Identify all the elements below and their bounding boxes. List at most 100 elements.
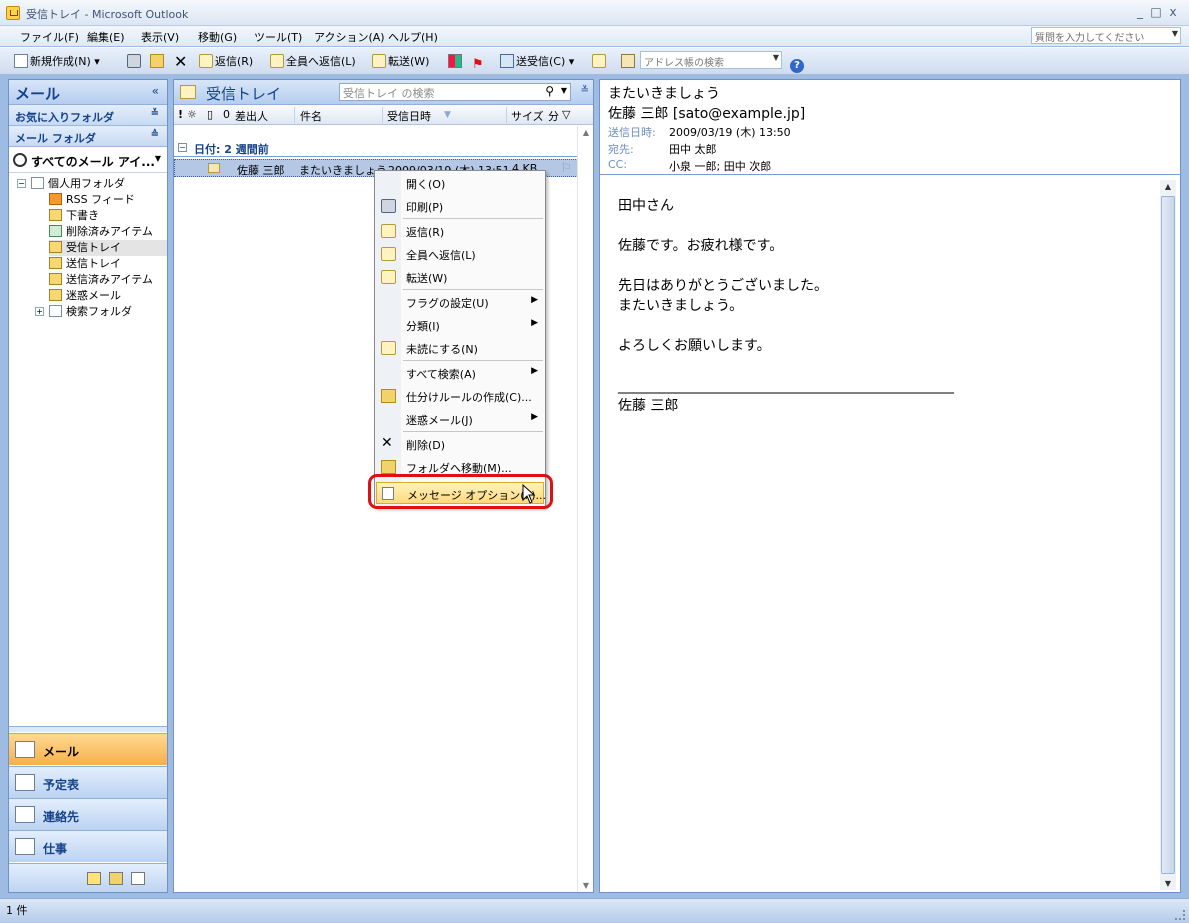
flag-column-icon[interactable]: ▽ [562, 108, 570, 121]
send-receive-button[interactable]: 送受信(C) ▾ [500, 52, 574, 72]
menu-item-create-rule[interactable]: 仕分けルールの作成(C)... [376, 385, 544, 407]
menu-actions[interactable]: アクション(A) [314, 29, 385, 45]
menu-item-follow-up[interactable]: フラグの設定(U) ▶ [376, 291, 544, 313]
column-from[interactable]: 差出人 [235, 108, 268, 124]
menu-item-mark-unread[interactable]: 未読にする(N) [376, 337, 544, 359]
expand-search-chevron-icon[interactable]: ≚ [581, 85, 589, 96]
column-size[interactable]: サイズ [511, 108, 544, 124]
print-button[interactable] [127, 52, 143, 72]
tree-item-outbox[interactable]: 送信トレイ [49, 256, 121, 272]
tree-item-rss[interactable]: RSS フィード [49, 192, 135, 208]
tree-item-search-folders[interactable]: 検索フォルダ [49, 304, 132, 320]
to-value[interactable]: 田中 太郎 [669, 141, 717, 157]
chevron-up-icon[interactable]: ≙ [151, 129, 159, 140]
menu-item-delete[interactable]: ✕ 削除(D) [376, 433, 544, 455]
all-mail-items-selector[interactable]: すべてのメール アイ... ▼ [9, 147, 167, 173]
tree-item-personal-folders[interactable]: 個人用フォルダ [31, 176, 125, 192]
scroll-down-icon[interactable]: ▼ [581, 881, 591, 890]
menu-item-junk-mail[interactable]: 迷惑メール(J) ▶ [376, 408, 544, 430]
cc-value[interactable]: 小泉 一郎; 田中 次郎 [669, 158, 771, 174]
menu-item-reply[interactable]: 返信(R) [376, 220, 544, 242]
menu-edit[interactable]: 編集(E) [87, 29, 125, 45]
search-icon[interactable]: ⚲ [545, 84, 554, 98]
new-button[interactable]: 新規作成(N) ▾ [14, 52, 100, 72]
chevron-down-icon[interactable]: ▼ [561, 86, 567, 95]
scroll-thumb[interactable] [1161, 196, 1175, 874]
minimize-button[interactable]: _ [1133, 5, 1147, 19]
help-question-input[interactable]: 質問を入力してください ▼ [1031, 27, 1181, 44]
category-column-icon[interactable]: 分 [548, 108, 559, 124]
menu-item-print[interactable]: 印刷(P) [376, 195, 544, 217]
reading-scrollbar[interactable]: ▲ ▼ [1160, 180, 1176, 890]
menu-item-reply-all[interactable]: 全員へ返信(L) [376, 243, 544, 265]
expand-icon[interactable]: + [35, 307, 44, 316]
nav-pane-splitter[interactable] [9, 726, 167, 732]
collapse-chevron-icon[interactable]: « [152, 84, 159, 98]
chevron-down-icon[interactable]: ▼ [773, 53, 779, 62]
menu-view[interactable]: 表示(V) [141, 29, 179, 45]
reading-from[interactable]: 佐藤 三郎 [sato@example.jp] [608, 103, 805, 123]
delete-button[interactable]: ✕ [174, 52, 187, 72]
inbox-folder-icon [49, 241, 62, 253]
menu-help[interactable]: ヘルプ(H) [388, 29, 438, 45]
list-scrollbar[interactable]: ▲ ▼ [577, 126, 593, 892]
nav-button-tasks[interactable]: 仕事 [9, 830, 167, 862]
column-subject[interactable]: 件名 [300, 108, 322, 124]
follow-up-flag-button[interactable]: ⚑ [472, 52, 486, 72]
help-button[interactable]: ? [790, 52, 806, 73]
find-button[interactable] [592, 52, 608, 72]
menu-item-categorize[interactable]: 分類(I) ▶ [376, 314, 544, 336]
collapse-icon[interactable]: − [17, 179, 26, 188]
shortcuts-icon[interactable] [131, 872, 145, 885]
importance-column-icon[interactable]: ! [178, 108, 183, 121]
close-button[interactable]: x [1166, 5, 1180, 19]
folder-list-icon[interactable] [109, 872, 123, 885]
nav-button-calendar[interactable]: 予定表 [9, 766, 167, 798]
chevron-down-icon[interactable]: ▼ [155, 154, 161, 163]
mail-folders-section[interactable]: メール フォルダ ≙ [9, 126, 167, 147]
menu-item-open[interactable]: 開く(O) [376, 172, 544, 194]
forward-button[interactable]: 転送(W) [372, 52, 429, 72]
attachment-column-icon[interactable]: 0 [223, 108, 230, 121]
nav-button-contacts[interactable]: 連絡先 [9, 798, 167, 830]
menu-go[interactable]: 移動(G) [198, 29, 237, 45]
favorite-folders-section[interactable]: お気に入りフォルダ ≚ [9, 105, 167, 126]
notes-icon[interactable] [87, 872, 101, 885]
inbox-search-input[interactable]: 受信トレイ の検索 ⚲ ▼ [339, 83, 571, 101]
tree-item-deleted[interactable]: 削除済みアイテム [49, 224, 153, 240]
tree-item-sent[interactable]: 送信済みアイテム [49, 272, 153, 288]
resize-grip[interactable] [1175, 910, 1185, 920]
scroll-down-icon[interactable]: ▼ [1163, 879, 1173, 888]
column-separator[interactable] [506, 107, 507, 123]
tree-item-inbox[interactable]: 受信トレイ [49, 240, 167, 256]
menu-tools[interactable]: ツール(T) [254, 29, 302, 45]
tree-item-junk[interactable]: 迷惑メール [49, 288, 121, 304]
icon-column-icon[interactable]: ▯ [207, 108, 213, 121]
column-received[interactable]: 受信日時 [387, 108, 431, 124]
reply-button[interactable]: 返信(R) [199, 52, 253, 72]
categorize-button[interactable] [448, 52, 464, 72]
scroll-up-icon[interactable]: ▲ [581, 128, 591, 137]
group-header-two-weeks-ago[interactable]: − 日付: 2 週間前 [174, 138, 593, 158]
menu-file[interactable]: ファイル(F) [20, 29, 79, 45]
chevron-down-icon[interactable]: ≚ [151, 108, 159, 119]
reminder-column-icon[interactable]: ☼ [187, 108, 197, 121]
folder-tree: − 個人用フォルダ RSS フィード 下書き 削除済みアイテム 受信トレイ 送信… [9, 173, 167, 733]
tree-item-label: 削除済みアイテム [66, 225, 153, 238]
tree-item-drafts[interactable]: 下書き [49, 208, 99, 224]
column-separator[interactable] [382, 107, 383, 123]
address-book-button[interactable] [621, 52, 637, 72]
restore-button[interactable]: □ [1149, 5, 1163, 19]
column-separator[interactable] [294, 107, 295, 123]
address-book-search-input[interactable]: アドレス帳の検索 ▼ [640, 51, 782, 69]
flag-icon[interactable]: ⚐ [560, 161, 572, 176]
chevron-down-icon[interactable]: ▼ [1172, 29, 1178, 38]
move-to-folder-button[interactable] [150, 52, 166, 72]
reply-all-button[interactable]: 全員へ返信(L) [270, 52, 356, 72]
scroll-up-icon[interactable]: ▲ [1163, 182, 1173, 191]
collapse-icon[interactable]: − [178, 143, 187, 152]
nav-button-mail[interactable]: メール [9, 733, 167, 765]
menu-item-forward[interactable]: 転送(W) [376, 266, 544, 288]
flag-icon: ⚑ [472, 57, 484, 72]
menu-item-find-all[interactable]: すべて検索(A) ▶ [376, 362, 544, 384]
